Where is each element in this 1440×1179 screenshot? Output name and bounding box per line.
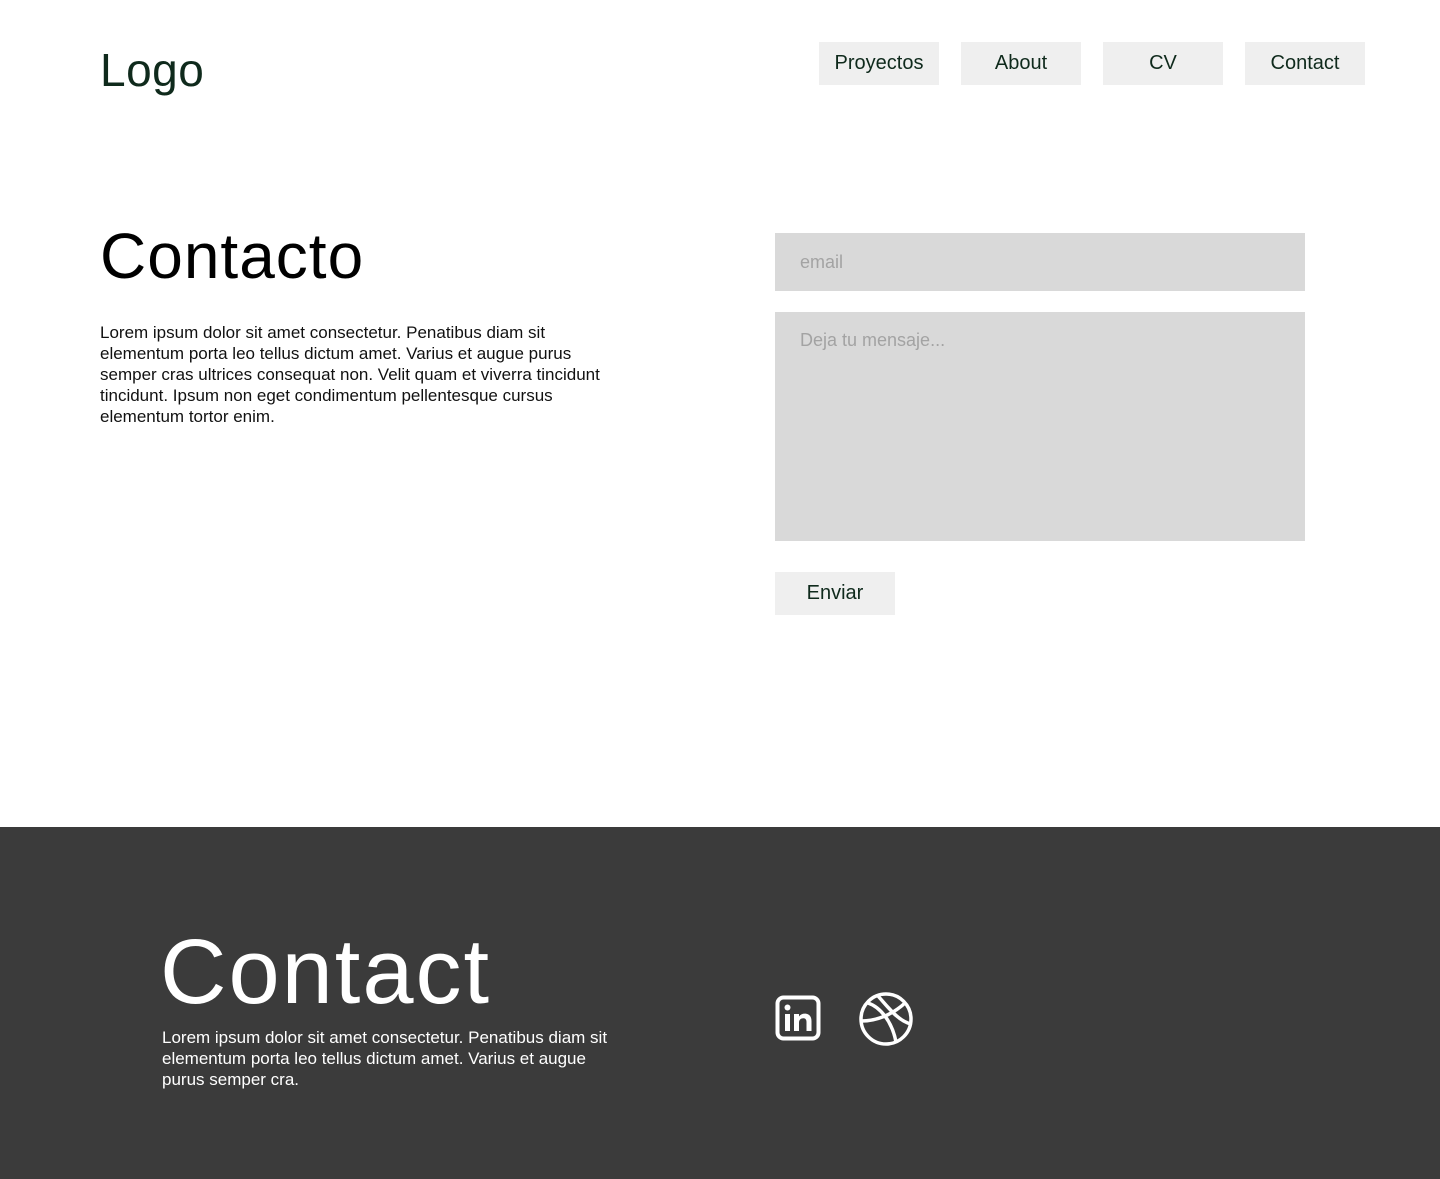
linkedin-link[interactable] xyxy=(775,995,821,1041)
nav-item-about[interactable]: About xyxy=(961,42,1081,85)
footer-text: Lorem ipsum dolor sit amet consectetur. … xyxy=(162,1028,608,1089)
dribbble-link[interactable] xyxy=(858,991,914,1047)
nav-item-proyectos[interactable]: Proyectos xyxy=(819,42,939,85)
logo[interactable]: Logo xyxy=(100,42,204,98)
nav-item-cv[interactable]: CV xyxy=(1103,42,1223,85)
nav-item-contact[interactable]: Contact xyxy=(1245,42,1365,85)
dribbble-icon xyxy=(859,992,913,1046)
submit-button[interactable]: Enviar xyxy=(775,572,895,615)
message-field[interactable] xyxy=(775,312,1305,541)
main-nav: Proyectos About CV Contact xyxy=(819,42,1365,85)
page-title: Contacto xyxy=(100,220,365,292)
footer: Contact Lorem ipsum dolor sit amet conse… xyxy=(0,827,1440,1179)
footer-title: Contact xyxy=(160,921,492,1023)
linkedin-icon xyxy=(775,995,821,1041)
intro-text: Lorem ipsum dolor sit amet consectetur. … xyxy=(100,323,600,426)
email-field[interactable] xyxy=(775,233,1305,291)
